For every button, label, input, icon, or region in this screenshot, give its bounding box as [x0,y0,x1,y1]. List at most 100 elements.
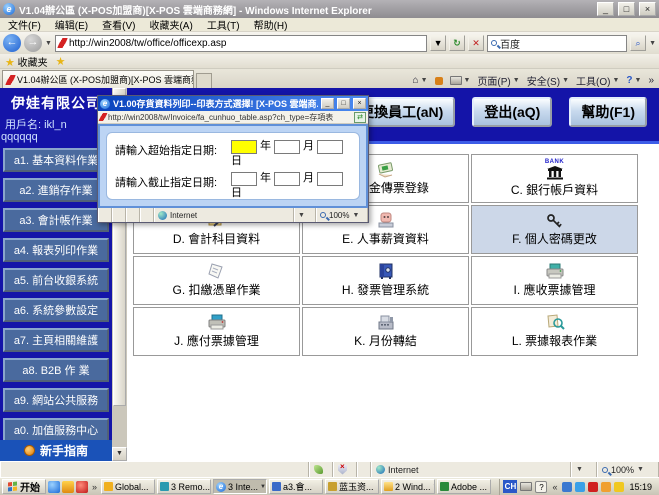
music-app-icon[interactable] [62,481,74,493]
add-favorite-icon[interactable]: ★ [56,55,66,68]
dialog-maximize-button[interactable]: □ [337,98,350,109]
address-bar[interactable]: http://win2008/tw/office/officexp.asp [55,35,427,52]
beginner-guide-button[interactable]: 新手指南 [0,440,112,461]
active-tab[interactable]: V1.04辦公區 (X-POS加盟商)[X-POS 雲端商務網] [2,70,194,88]
dialog-form: 請輸入超始指定日期: 年 月 日 請輸入截止指定日期: 年 [106,132,360,200]
start-button[interactable]: 开始 [2,479,46,494]
start-day-input[interactable] [317,140,343,154]
address-url: http://win2008/tw/office/officexp.asp [69,38,227,49]
taskbar: 开始 » Global... 3 Remo...▼ e3 Inte...▼ a3… [0,477,659,495]
back-button[interactable]: ← [3,34,21,52]
start-year-input[interactable] [231,140,257,154]
safety-menu-button[interactable]: 安全(S)▼ [527,73,569,88]
menu-tools[interactable]: 工具(T) [207,17,240,32]
menu-view[interactable]: 查看(V) [102,17,135,32]
minimize-button[interactable]: _ [597,2,614,16]
end-year-input[interactable] [231,172,257,186]
help-menu-button[interactable]: ?▼ [626,75,641,86]
grid-cell-payable-notes[interactable]: J. 應付票據管理 [133,307,300,356]
sidebar-item-inventory[interactable]: a2. 進銷存作業 [3,178,109,202]
search-text: 百度 [500,36,520,51]
menu-file[interactable]: 文件(F) [8,17,41,32]
dialog-protected-dropdown[interactable]: ▼ [294,208,316,222]
tray-collapse-icon[interactable]: « [550,482,559,492]
password-key-icon [544,212,566,229]
page-menu-button[interactable]: 页面(P)▼ [477,73,519,88]
dialog-zoom-control[interactable]: 100%▼ [316,208,368,222]
menu-help[interactable]: 帮助(H) [254,17,288,32]
task-ie-group[interactable]: e3 Inte...▼ [213,479,267,494]
search-options-icon[interactable]: ▼ [649,40,656,47]
refresh-button[interactable]: ↻ [449,35,465,51]
help-button[interactable]: 幫助(F1) [569,97,647,127]
protected-dropdown[interactable]: ▼ [571,462,597,477]
task-a3-accounting[interactable]: a3.會... [269,479,323,494]
print-button[interactable]: ▼ [450,76,471,85]
history-dropdown-icon[interactable]: ▼ [45,40,52,47]
tray-messenger-icon[interactable] [575,482,585,492]
sidebar-item-accounting[interactable]: a3. 會計帳作業 [3,208,109,232]
sidebar-item-value-added[interactable]: a0. 加值服務中心 [3,418,109,442]
end-date-label: 請輸入截止指定日期: [115,171,231,201]
tab-favicon [5,75,15,85]
search-input[interactable]: 百度 [487,35,627,52]
task-windows-group[interactable]: 2 Wind...▼ [381,479,435,494]
address-dropdown-button[interactable]: ▼ [430,35,446,51]
scroll-down-button[interactable]: ▼ [112,447,127,461]
grid-cell-bank-accounts[interactable]: BANK C. 銀行帳戶資料 [471,154,638,203]
feed-icon [435,77,443,85]
sidebar-item-public-service[interactable]: a9. 網站公共服務 [3,388,109,412]
maximize-button[interactable]: □ [618,2,635,16]
system-tray: CH ? « 15:19 [499,479,657,495]
sidebar-item-basic-data[interactable]: a1. 基本資料作業 [3,148,109,172]
tray-security-shield-icon[interactable] [614,482,624,492]
tray-update-icon[interactable] [601,482,611,492]
task-adobe[interactable]: Adobe ... [437,479,491,494]
favorites-button[interactable]: ★ 收藏夹 [5,54,48,69]
help-tray-icon[interactable]: ? [535,481,547,493]
language-indicator[interactable]: CH [503,480,517,493]
task-lanyu[interactable]: 蓝玉资... [325,479,379,494]
media-player-icon[interactable] [48,481,60,493]
sidebar-item-reports[interactable]: a4. 報表列印作業 [3,238,109,262]
end-date-row: 請輸入截止指定日期: 年 月 日 [115,171,357,201]
sidebar-item-b2b[interactable]: a8. B2B 作 業 [3,358,109,382]
task-global[interactable]: Global... [101,479,155,494]
sidebar-item-homepage-maint[interactable]: a7. 主頁相關維護 [3,328,109,352]
menu-favorites[interactable]: 收藏夹(A) [149,17,192,32]
grid-cell-receivable-notes[interactable]: I. 應收票據管理 [471,256,638,305]
grid-cell-withholding[interactable]: G. 扣繳憑單作業 [133,256,300,305]
dialog-go-button[interactable]: ⇄ [354,112,366,123]
task-remote-group[interactable]: 3 Remo...▼ [157,479,211,494]
start-month-input[interactable] [274,140,300,154]
search-go-button[interactable]: ⌕ [630,35,646,51]
sidebar-item-pos[interactable]: a5. 前台收銀系統 [3,268,109,292]
grid-cell-month-close[interactable]: K. 月份轉結 [302,307,469,356]
dialog-close-button[interactable]: × [353,98,366,109]
new-tab-button[interactable] [196,73,212,88]
tray-qq-icon[interactable] [588,482,598,492]
sidebar-item-system-params[interactable]: a6. 系統參數設定 [3,298,109,322]
forward-button[interactable]: → [24,34,42,52]
close-button[interactable]: × [639,2,656,16]
stop-button[interactable]: ✕ [468,35,484,51]
ie-logo-icon: e [3,3,15,15]
printer-tray-icon[interactable] [520,482,532,491]
grid-cell-change-password[interactable]: F. 個人密碼更改 [471,205,638,254]
tray-network-icon[interactable] [562,482,572,492]
logout-button[interactable]: 登出(aQ) [472,97,552,127]
menu-edit[interactable]: 编辑(E) [55,17,88,32]
tools-menu-button[interactable]: 工具(O)▼ [576,73,619,88]
grid-cell-invoice-mgmt[interactable]: H. 發票管理系統 [302,256,469,305]
tab-bar: V1.04辦公區 (X-POS加盟商)[X-POS 雲端商務網] ⌂▼ ▼ 页面… [0,69,659,88]
quicklaunch-more-icon[interactable]: » [90,482,99,492]
more-commands-button[interactable]: » [648,75,654,86]
end-month-input[interactable] [274,172,300,186]
dialog-minimize-button[interactable]: _ [321,98,334,109]
end-day-input[interactable] [317,172,343,186]
grid-cell-notes-reports[interactable]: L. 票據報表作業 [471,307,638,356]
zoom-control[interactable]: 100%▼ [597,462,659,477]
home-button[interactable]: ⌂▼ [413,75,428,86]
feeds-button[interactable] [435,77,443,85]
qq-penguin-icon[interactable] [76,481,88,493]
